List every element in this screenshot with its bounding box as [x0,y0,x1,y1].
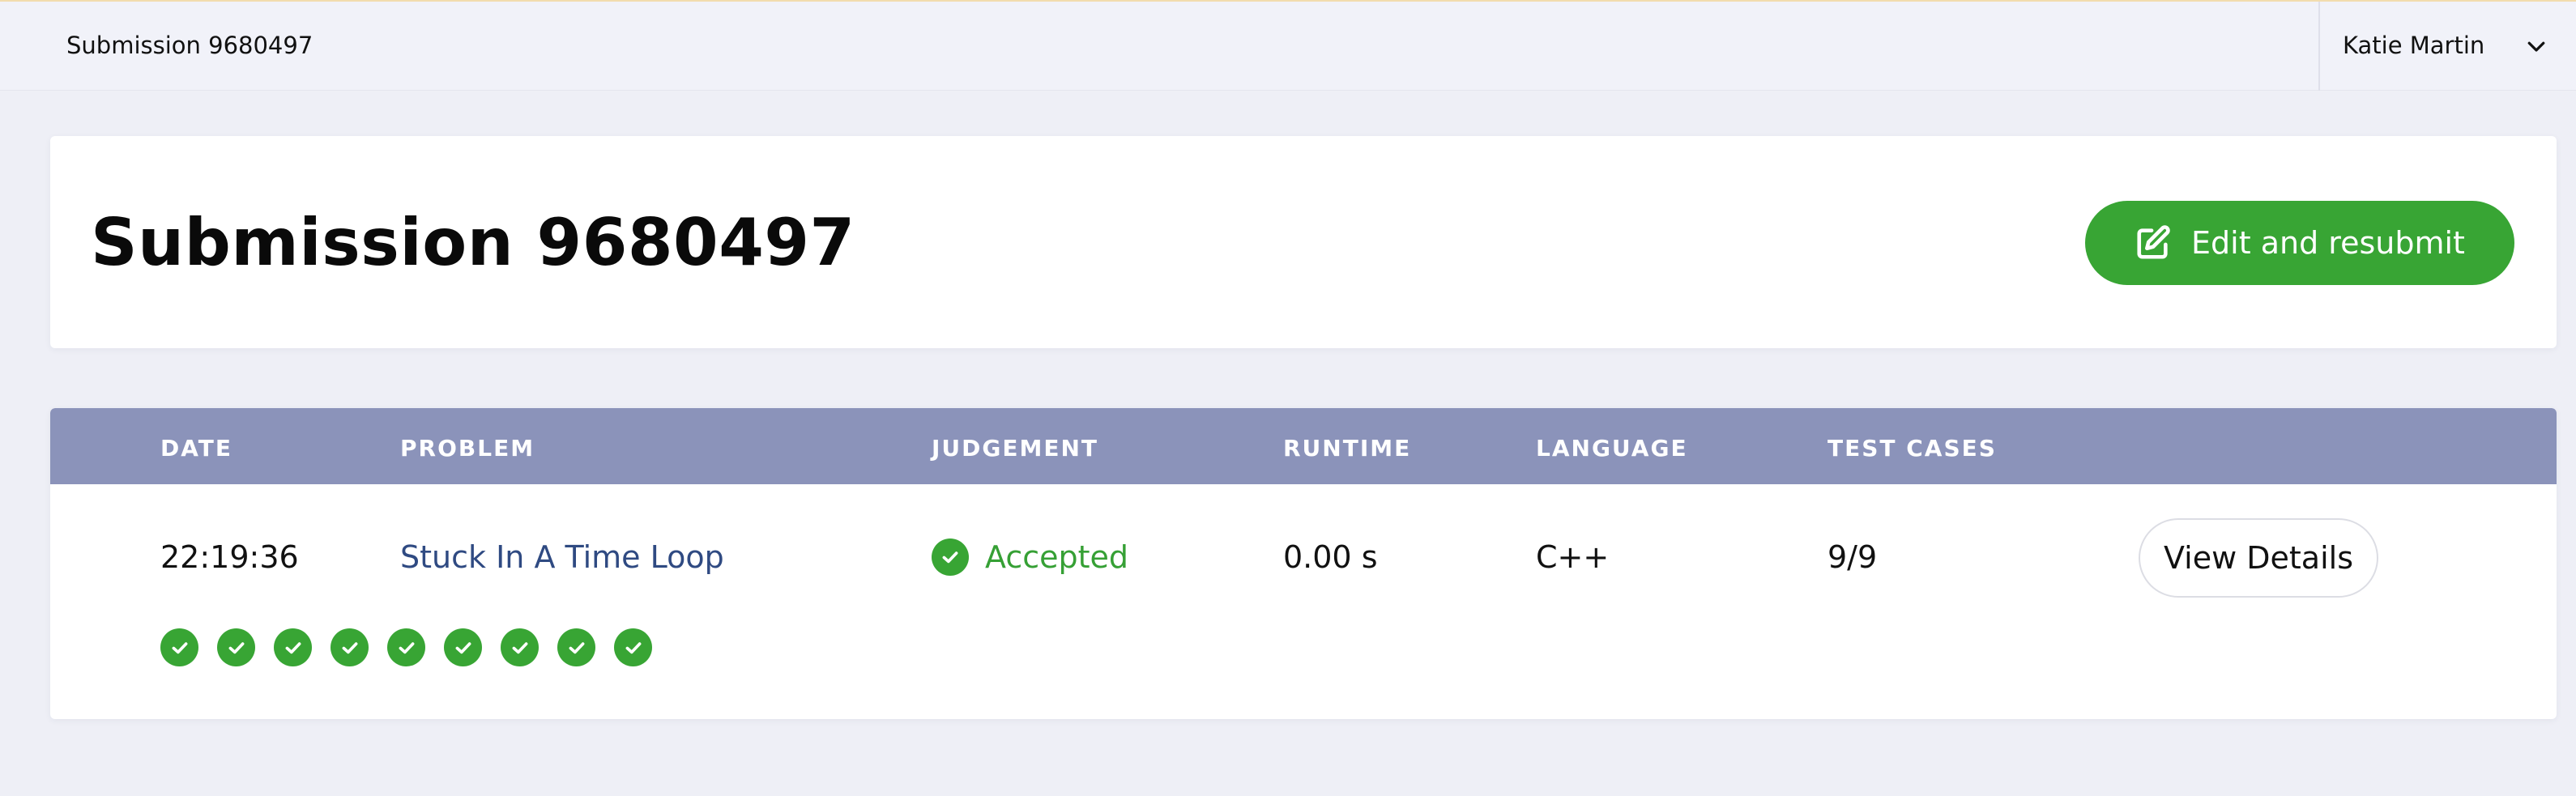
judgement-status: Accepted [932,533,1128,581]
judgement-label: Accepted [985,539,1129,575]
resubmit-label: Edit and resubmit [2191,225,2465,261]
breadcrumb[interactable]: Submission 9680497 [66,29,313,62]
column-header-date: DATE [160,435,232,462]
test-case-accepted-icon[interactable] [217,628,255,666]
test-case-accepted-icon[interactable] [331,628,369,666]
test-case-accepted-icon[interactable] [614,628,652,666]
test-case-accepted-icon[interactable] [557,628,595,666]
column-header-language: LANGUAGE [1536,435,1688,462]
test-case-results [160,628,652,666]
test-case-accepted-icon[interactable] [501,628,539,666]
table-header: DATE PROBLEM JUDGEMENT RUNTIME LANGUAGE … [50,408,2557,484]
accepted-check-icon [932,538,969,576]
language-value: C++ [1536,539,1610,575]
column-header-problem: PROBLEM [400,435,535,462]
column-header-test-cases: TEST CASES [1828,435,1997,462]
user-name: Katie Martin [2343,32,2485,59]
submission-date: 22:19:36 [160,539,299,575]
top-bar: Submission 9680497 Katie Martin [0,0,2576,91]
problem-link[interactable]: Stuck In A Time Loop [400,533,724,581]
runtime-value: 0.00 s [1283,539,1378,575]
view-details-button[interactable]: View Details [2139,518,2378,598]
test-case-accepted-icon[interactable] [444,628,482,666]
chevron-down-icon [2527,41,2545,52]
column-header-judgement: JUDGEMENT [932,435,1099,462]
test-case-accepted-icon[interactable] [274,628,312,666]
column-header-runtime: RUNTIME [1283,435,1412,462]
user-menu[interactable]: Katie Martin [2318,2,2576,91]
submission-header-card: Submission 9680497 Edit and resubmit [50,136,2557,348]
test-cases-value: 9/9 [1828,539,1878,575]
test-case-accepted-icon[interactable] [387,628,425,666]
edit-and-resubmit-button[interactable]: Edit and resubmit [2085,201,2514,285]
submission-table: DATE PROBLEM JUDGEMENT RUNTIME LANGUAGE … [50,408,2557,719]
page-title: Submission 9680497 [91,205,855,280]
test-case-accepted-icon[interactable] [160,628,198,666]
edit-icon [2137,225,2170,259]
